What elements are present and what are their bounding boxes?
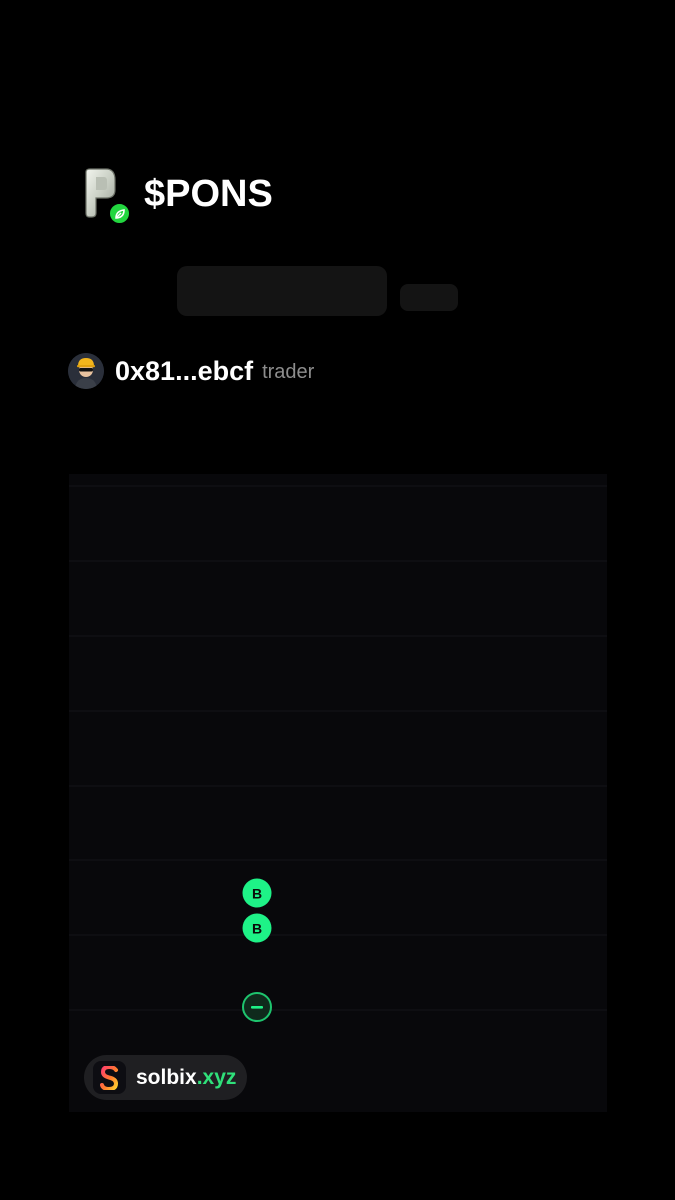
hardhat-avatar-icon <box>68 353 104 389</box>
token-header: $PONS <box>78 166 273 225</box>
token-symbol: $PONS <box>144 172 273 215</box>
trade-chart: B B <box>69 474 607 1112</box>
solbix-brand-pill[interactable]: solbix .xyz <box>84 1055 247 1100</box>
buy-marker-label: B <box>252 921 262 937</box>
leaf-badge-icon <box>108 202 131 225</box>
solbix-s-logo-icon <box>93 1061 126 1094</box>
sell-marker <box>242 992 272 1022</box>
brand-tld: .xyz <box>196 1065 237 1089</box>
brand-name: solbix <box>136 1065 197 1089</box>
trade-chart-svg: B B <box>69 485 607 1022</box>
buy-marker: B <box>242 913 272 943</box>
pnl-percent-placeholder <box>400 284 458 311</box>
buy-marker: B <box>242 878 272 908</box>
trader-row: 0x81...ebcf trader <box>68 353 314 389</box>
pnl-card: $PONS 0x81...ebcf trader B B solbix .xyz <box>0 0 675 1200</box>
chart-gridlines <box>69 485 607 1011</box>
pons-p-logo-icon <box>78 166 131 225</box>
trader-address: 0x81...ebcf <box>115 355 254 386</box>
trader-role-label: trader <box>262 361 315 383</box>
minus-icon <box>251 1006 263 1009</box>
buy-marker-label: B <box>252 886 262 902</box>
pnl-value-placeholder <box>177 266 387 316</box>
